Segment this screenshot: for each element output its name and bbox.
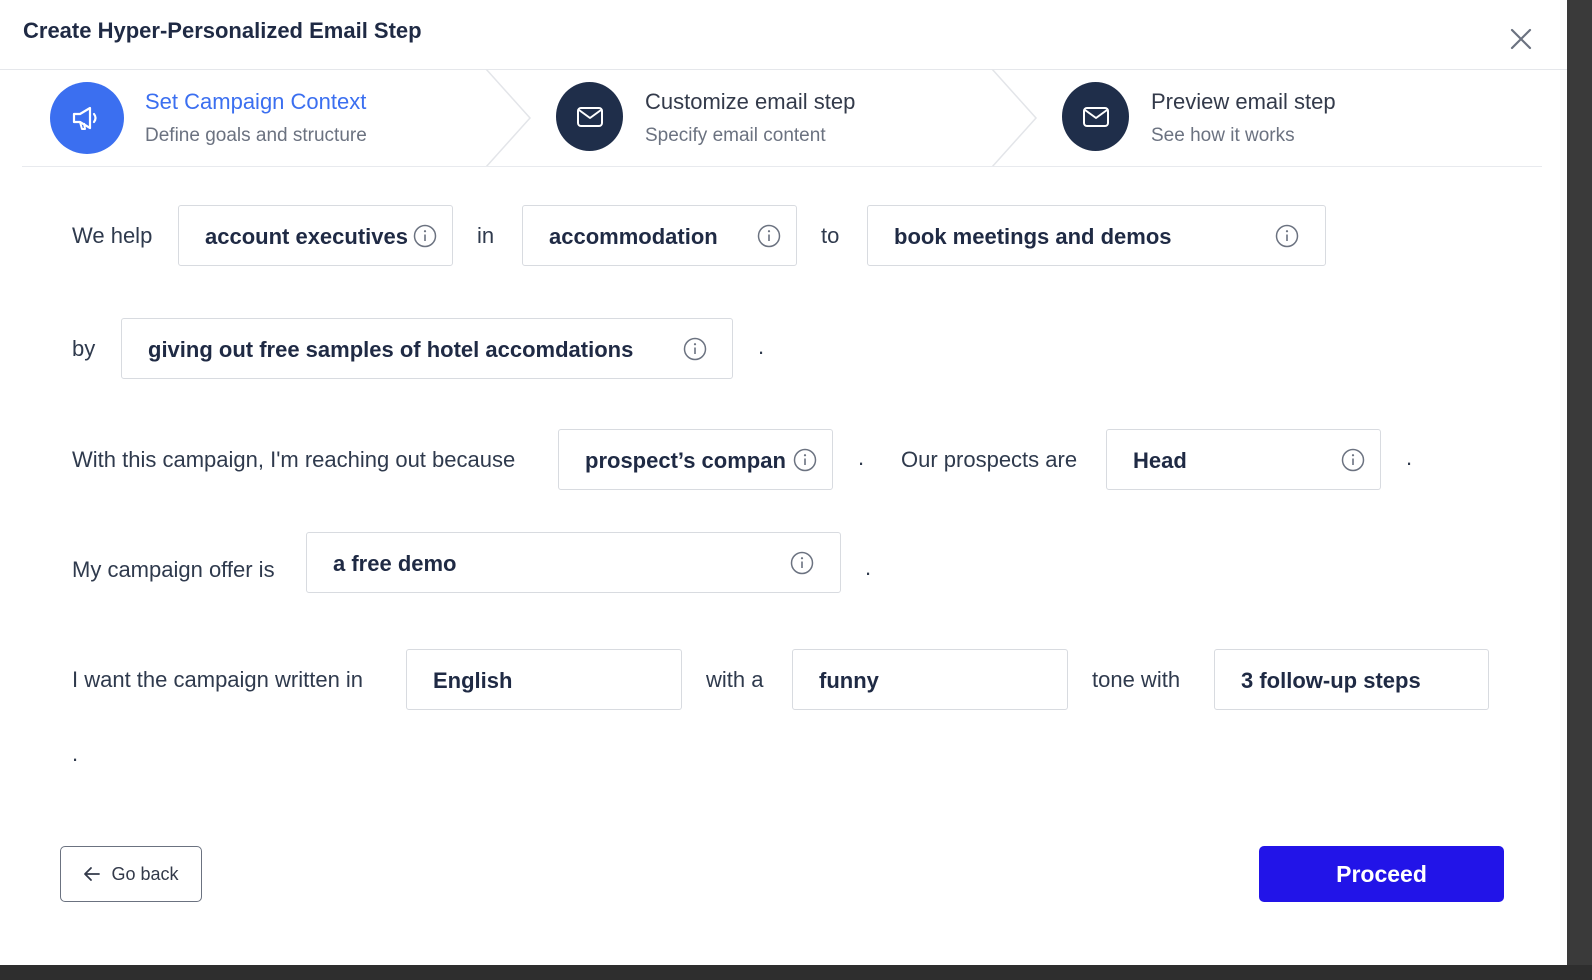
reason-value: prospect’s compan: [585, 448, 786, 473]
industry-field[interactable]: accommodation: [522, 205, 797, 266]
go-back-button[interactable]: Go back: [60, 846, 202, 902]
method-value: giving out free samples of hotel accomda…: [148, 337, 634, 362]
goal-value: book meetings and demos: [894, 224, 1172, 249]
prospects-field[interactable]: Head: [1106, 429, 1381, 490]
language-value: English: [433, 668, 513, 693]
step-subtitle: See how it works: [1151, 125, 1295, 146]
followups-select[interactable]: 3 follow-up steps: [1214, 649, 1489, 710]
window-edge: [1567, 0, 1592, 980]
language-select[interactable]: English: [406, 649, 682, 710]
period: .: [865, 555, 872, 580]
prospects-value: Head: [1133, 448, 1187, 473]
prospects-label: Our prospects are: [901, 447, 1078, 472]
offer-label: My campaign offer is: [72, 557, 275, 582]
offer-field[interactable]: a free demo: [306, 532, 841, 593]
info-icon[interactable]: [793, 448, 817, 472]
followups-value: 3 follow-up steps: [1241, 668, 1421, 693]
step-subtitle: Specify email content: [645, 125, 826, 146]
language-label: I want the campaign written in: [72, 667, 364, 692]
tone-select[interactable]: funny: [792, 649, 1068, 710]
create-email-step-dialog: Create Hyper-Personalized Email Step Set…: [0, 0, 1567, 965]
step-separator-icon: [485, 69, 532, 167]
info-icon[interactable]: [757, 224, 781, 248]
industry-value: accommodation: [549, 224, 718, 249]
envelope-icon: [1062, 82, 1129, 151]
period: .: [858, 445, 865, 470]
goal-field[interactable]: book meetings and demos: [867, 205, 1326, 266]
envelope-icon: [556, 82, 623, 151]
info-icon[interactable]: [1341, 448, 1365, 472]
close-icon[interactable]: [1506, 24, 1536, 54]
period: .: [1406, 445, 1413, 470]
step-title: Customize email step: [645, 89, 856, 114]
info-icon[interactable]: [413, 224, 437, 248]
go-back-label: Go back: [111, 863, 179, 884]
method-field[interactable]: giving out free samples of hotel accomda…: [121, 318, 733, 379]
stepper-divider: [22, 166, 1542, 167]
audience-value: account executives: [205, 224, 408, 249]
info-icon[interactable]: [683, 337, 707, 361]
arrow-left-icon: [84, 867, 101, 881]
offer-value: a free demo: [333, 551, 457, 576]
info-icon[interactable]: [1275, 224, 1299, 248]
reason-field[interactable]: prospect’s compan: [558, 429, 833, 490]
megaphone-icon: [50, 82, 124, 154]
step-title: Set Campaign Context: [145, 89, 367, 114]
period: .: [72, 741, 79, 766]
info-icon[interactable]: [790, 551, 814, 575]
tone-with-label: tone with: [1092, 667, 1181, 692]
header-divider: [0, 69, 1567, 70]
proceed-button[interactable]: Proceed: [1259, 846, 1504, 902]
period: .: [758, 334, 765, 359]
step-subtitle: Define goals and structure: [145, 125, 367, 146]
with-a-label: with a: [706, 667, 764, 692]
by-label: by: [72, 336, 96, 361]
in-label: in: [477, 223, 495, 248]
step-separator-icon: [991, 69, 1038, 167]
reason-label: With this campaign, I'm reaching out bec…: [72, 447, 516, 472]
we-help-label: We help: [72, 223, 153, 248]
audience-field[interactable]: account executives: [178, 205, 453, 266]
step-title: Preview email step: [1151, 89, 1336, 114]
dialog-title: Create Hyper-Personalized Email Step: [23, 18, 422, 43]
to-label: to: [821, 223, 840, 248]
tone-value: funny: [819, 668, 879, 693]
window-bottom-edge: [0, 965, 1592, 980]
